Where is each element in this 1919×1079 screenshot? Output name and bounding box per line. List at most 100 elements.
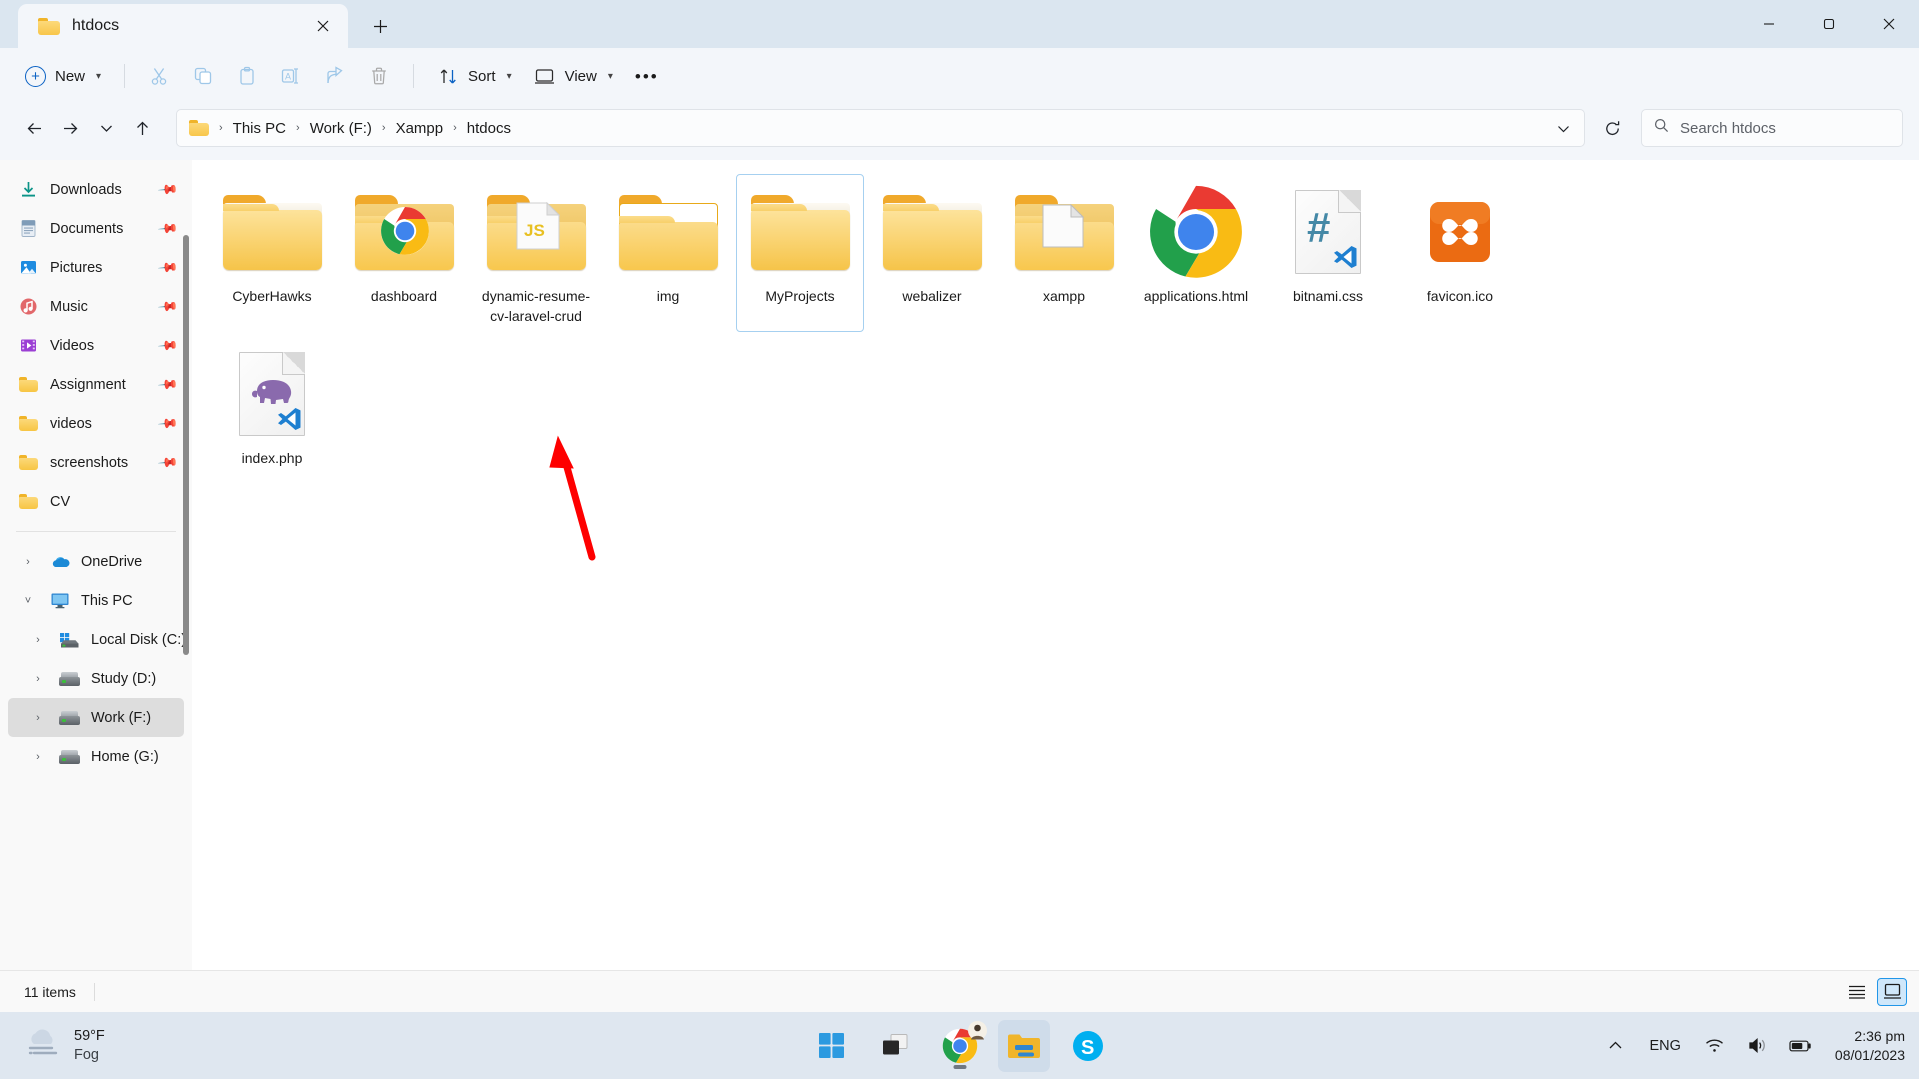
breadcrumb-separator: › (219, 122, 223, 134)
chevron-right-icon[interactable]: › (28, 673, 48, 685)
sidebar-item-local-disk-c[interactable]: › Local Disk (C:) (8, 620, 186, 659)
breadcrumb-separator: › (296, 122, 300, 134)
tab-htdocs[interactable]: htdocs (18, 4, 348, 48)
sidebar-item-videos[interactable]: Videos 📌 (8, 326, 184, 365)
empty-folder-icon (615, 185, 721, 279)
sidebar-item-videos-folder[interactable]: videos 📌 (8, 404, 184, 443)
paste-button[interactable] (225, 57, 269, 95)
sidebar-item-work-f[interactable]: › Work (F:) (8, 698, 184, 737)
sidebar-item-assignment[interactable]: Assignment 📌 (8, 365, 184, 404)
new-tab-button[interactable] (362, 8, 398, 44)
sidebar-item-home-g[interactable]: › Home (G:) (8, 737, 184, 776)
sidebar-item-downloads[interactable]: Downloads 📌 (8, 170, 184, 209)
breadcrumb-this-pc[interactable]: This PC (227, 116, 292, 141)
chevron-right-icon[interactable]: › (28, 634, 48, 646)
sidebar-item-cv[interactable]: CV (8, 482, 184, 521)
breadcrumb-xampp[interactable]: Xampp (390, 116, 450, 141)
speaker-icon[interactable] (1743, 1031, 1773, 1061)
wifi-icon[interactable] (1700, 1031, 1730, 1061)
chevron-right-icon[interactable]: › (28, 751, 48, 763)
new-button-label: New (55, 67, 86, 85)
sidebar-item-pictures[interactable]: Pictures 📌 (8, 248, 184, 287)
file-grid: CyberHawks dashboard JS dynamic-resume-c… (192, 160, 1919, 498)
sidebar-item-documents[interactable]: Documents 📌 (8, 209, 184, 248)
sidebar-item-music[interactable]: Music 📌 (8, 287, 184, 326)
share-button[interactable] (313, 57, 357, 95)
close-window-button[interactable] (1859, 0, 1919, 48)
up-button[interactable] (124, 110, 160, 146)
sidebar-item-label: Study (D:) (91, 670, 157, 687)
copy-button[interactable] (181, 57, 225, 95)
file-explorer-taskbar-button[interactable] (997, 1019, 1050, 1072)
task-view-button[interactable] (870, 1020, 922, 1072)
file-item-webalizer[interactable]: webalizer (868, 174, 996, 332)
sort-button[interactable]: Sort ▾ (426, 57, 523, 95)
pictures-icon (18, 257, 39, 278)
file-item-favicon-ico[interactable]: favicon.ico (1396, 174, 1524, 332)
minimize-button[interactable] (1739, 0, 1799, 48)
file-item-myprojects[interactable]: MyProjects (736, 174, 864, 332)
new-button[interactable]: + New ▾ (14, 57, 112, 95)
folder-with-document-preview-icon (1011, 185, 1117, 279)
this-pc-icon (49, 590, 70, 611)
chevron-right-icon[interactable]: › (18, 556, 38, 568)
large-icons-view-button[interactable] (1877, 977, 1907, 1006)
sidebar-scrollbar-thumb[interactable] (183, 235, 189, 655)
file-item-label: MyProjects (765, 288, 835, 304)
pin-icon: 📌 (157, 412, 180, 435)
sidebar-item-this-pc[interactable]: ˅ This PC (8, 581, 184, 620)
clock[interactable]: 2:36 pm 08/01/2023 (1835, 1027, 1905, 1063)
refresh-button[interactable] (1593, 109, 1631, 147)
chrome-taskbar-button[interactable] (934, 1020, 987, 1072)
rename-button[interactable]: A (269, 57, 313, 95)
skype-taskbar-button[interactable]: S (1062, 1020, 1114, 1072)
view-button[interactable]: View ▾ (523, 57, 624, 95)
back-button[interactable] (16, 110, 52, 146)
language-indicator[interactable]: ENG (1644, 1034, 1687, 1058)
cut-button[interactable] (137, 57, 181, 95)
battery-icon[interactable] (1786, 1031, 1816, 1061)
delete-button[interactable] (357, 57, 401, 95)
breadcrumb-htdocs[interactable]: htdocs (461, 116, 517, 141)
drive-icon (59, 668, 80, 689)
file-item-label: webalizer (902, 288, 962, 304)
weather-widget[interactable]: 59°F Fog (22, 1025, 105, 1066)
php-elephant-glyph (252, 380, 292, 404)
recent-locations-button[interactable] (88, 110, 124, 146)
file-item-img[interactable]: img (604, 174, 732, 332)
paste-icon (236, 65, 258, 87)
tray-overflow-button[interactable] (1601, 1031, 1631, 1061)
share-icon (324, 65, 346, 87)
address-bar[interactable]: › This PC › Work (F:) › Xampp › htdocs (176, 109, 1585, 147)
file-item-dashboard[interactable]: dashboard (340, 174, 468, 332)
close-tab-icon[interactable] (308, 11, 338, 41)
chevron-down-icon: ▾ (506, 70, 512, 82)
chevron-down-icon[interactable]: ˅ (18, 595, 38, 607)
weather-condition: Fog (74, 1046, 99, 1063)
start-button[interactable] (806, 1020, 858, 1072)
search-box[interactable]: Search htdocs (1641, 109, 1903, 147)
maximize-button[interactable] (1799, 0, 1859, 48)
sidebar-item-study-d[interactable]: › Study (D:) (8, 659, 184, 698)
sidebar-item-screenshots[interactable]: screenshots 📌 (8, 443, 184, 482)
file-item-bitnami-css[interactable]: # bitnami.css (1264, 174, 1392, 332)
file-list-pane[interactable]: CyberHawks dashboard JS dynamic-resume-c… (192, 160, 1919, 970)
file-item-cyberhawks[interactable]: CyberHawks (208, 174, 336, 332)
sidebar-item-label: Assignment (50, 376, 126, 393)
navigation-pane: Downloads 📌 Documents 📌 Pictures 📌 Music… (0, 160, 192, 970)
folder-icon (879, 185, 985, 279)
forward-button[interactable] (52, 110, 88, 146)
file-item-applications-html[interactable]: applications.html (1132, 174, 1260, 332)
file-item-index-php[interactable]: index.php (208, 336, 336, 494)
pin-icon: 📌 (157, 451, 180, 474)
sidebar-item-onedrive[interactable]: › OneDrive (8, 542, 184, 581)
address-dropdown-icon[interactable] (1548, 113, 1578, 143)
pin-icon: 📌 (157, 373, 180, 396)
details-view-button[interactable] (1842, 978, 1872, 1006)
breadcrumb-work-f[interactable]: Work (F:) (304, 116, 378, 141)
more-options-button[interactable]: ••• (624, 57, 670, 95)
divider (124, 64, 126, 88)
file-item-xampp[interactable]: xampp (1000, 174, 1128, 332)
chevron-right-icon[interactable]: › (28, 712, 48, 724)
file-item-dynamic-resume-cv-laravel-crud[interactable]: JS dynamic-resume-cv-laravel-crud (472, 174, 600, 332)
